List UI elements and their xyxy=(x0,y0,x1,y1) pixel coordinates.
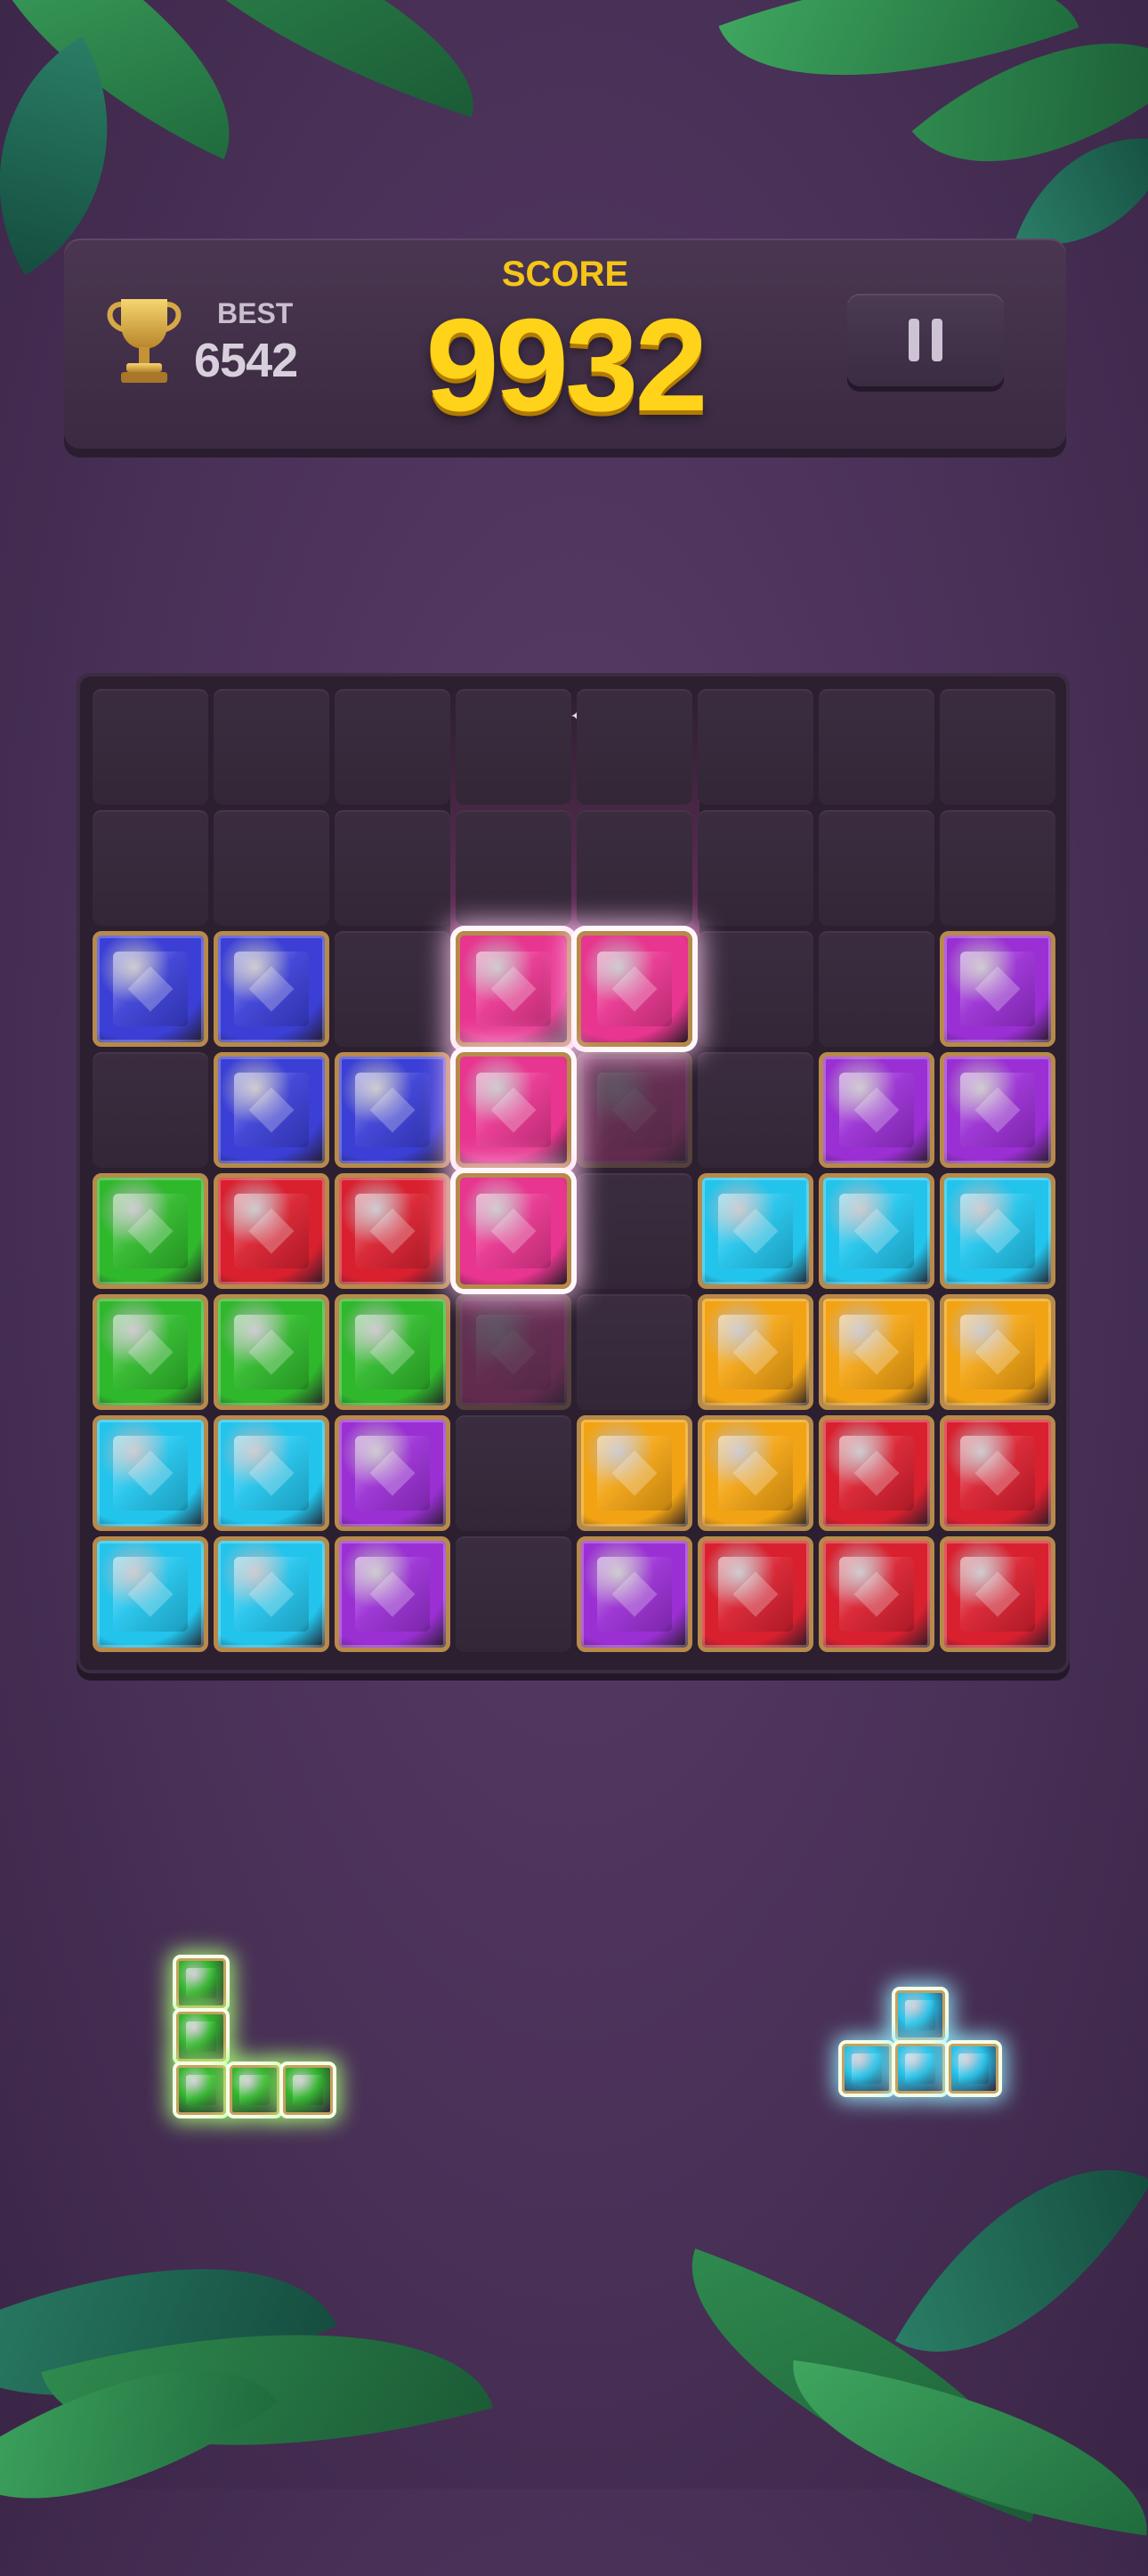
board-cell[interactable] xyxy=(335,931,450,1047)
blue-gem-block xyxy=(214,1052,329,1168)
cyan-gem-block xyxy=(895,1990,945,2040)
board-cell[interactable] xyxy=(577,810,692,926)
purple-gem-block xyxy=(940,1052,1055,1168)
red-gem-block xyxy=(819,1415,934,1531)
board-cell[interactable] xyxy=(819,689,934,805)
green-gem-block xyxy=(283,2065,333,2115)
board-cell[interactable] xyxy=(940,810,1055,926)
blue-gem-block xyxy=(335,1052,450,1168)
red-gem-block xyxy=(698,1536,813,1652)
blue-gem-block xyxy=(93,931,208,1047)
orange-gem-block xyxy=(698,1415,813,1531)
board-cell[interactable] xyxy=(577,1294,692,1410)
board-cell[interactable] xyxy=(335,689,450,805)
board-cell[interactable] xyxy=(214,689,329,805)
red-gem-block xyxy=(940,1415,1055,1531)
ghost-preview-block xyxy=(456,1294,571,1410)
cyan-gem-block xyxy=(895,2044,945,2094)
green-gem-block xyxy=(93,1294,208,1410)
purple-gem-block xyxy=(819,1052,934,1168)
board-cell[interactable] xyxy=(456,689,571,805)
board-cell[interactable] xyxy=(698,1052,813,1168)
board-cell[interactable] xyxy=(819,931,934,1047)
red-gem-block xyxy=(335,1173,450,1289)
purple-gem-block xyxy=(940,931,1055,1047)
orange-gem-block xyxy=(940,1294,1055,1410)
red-gem-block xyxy=(819,1536,934,1652)
board-cell[interactable] xyxy=(335,810,450,926)
orange-gem-block xyxy=(698,1294,813,1410)
board-cell[interactable] xyxy=(93,689,208,805)
cyan-gem-block xyxy=(698,1173,813,1289)
green-gem-block xyxy=(176,2012,226,2062)
board-cell[interactable] xyxy=(214,810,329,926)
board-cell[interactable] xyxy=(577,1173,692,1289)
score-label: SCORE xyxy=(501,255,629,294)
cyan-gem-block xyxy=(940,1173,1055,1289)
pause-button[interactable] xyxy=(847,294,1004,386)
green-gem-block xyxy=(93,1173,208,1289)
cyan-gem-block xyxy=(842,2044,892,2094)
orange-gem-block xyxy=(819,1294,934,1410)
board-cell[interactable] xyxy=(577,689,692,805)
green-gem-block xyxy=(176,2065,226,2115)
board-cell[interactable] xyxy=(698,810,813,926)
active-piece-block[interactable] xyxy=(456,1173,571,1289)
cyan-gem-block xyxy=(93,1415,208,1531)
red-gem-block xyxy=(940,1536,1055,1652)
active-piece-block[interactable] xyxy=(577,931,692,1047)
board-cell[interactable] xyxy=(93,810,208,926)
cyan-gem-block xyxy=(93,1536,208,1652)
purple-gem-block xyxy=(335,1415,450,1531)
active-piece-block[interactable] xyxy=(456,931,571,1047)
pause-icon-bar xyxy=(932,319,942,361)
red-gem-block xyxy=(214,1173,329,1289)
board-cell[interactable] xyxy=(698,931,813,1047)
green-gem-block xyxy=(335,1294,450,1410)
cyan-gem-block xyxy=(949,2044,998,2094)
purple-gem-block xyxy=(335,1536,450,1652)
board-cell[interactable] xyxy=(456,1536,571,1652)
blue-gem-block xyxy=(214,931,329,1047)
cyan-gem-block xyxy=(819,1173,934,1289)
score-header: BEST 6542 SCORE 9932 xyxy=(64,239,1066,449)
board-cell[interactable] xyxy=(940,689,1055,805)
board-cell[interactable] xyxy=(456,810,571,926)
pause-icon xyxy=(909,319,919,361)
purple-gem-block xyxy=(577,1536,692,1652)
cyan-gem-block xyxy=(214,1536,329,1652)
board-cell[interactable] xyxy=(698,689,813,805)
green-gem-block xyxy=(230,2065,279,2115)
green-gem-block xyxy=(214,1294,329,1410)
cyan-gem-block xyxy=(214,1415,329,1531)
active-piece-block[interactable] xyxy=(456,1052,571,1168)
orange-gem-block xyxy=(577,1415,692,1531)
ghost-preview-block xyxy=(577,1052,692,1168)
board-cell[interactable] xyxy=(819,810,934,926)
green-gem-block xyxy=(176,1958,226,2008)
board-cell[interactable] xyxy=(456,1415,571,1531)
board-cell[interactable] xyxy=(93,1052,208,1168)
